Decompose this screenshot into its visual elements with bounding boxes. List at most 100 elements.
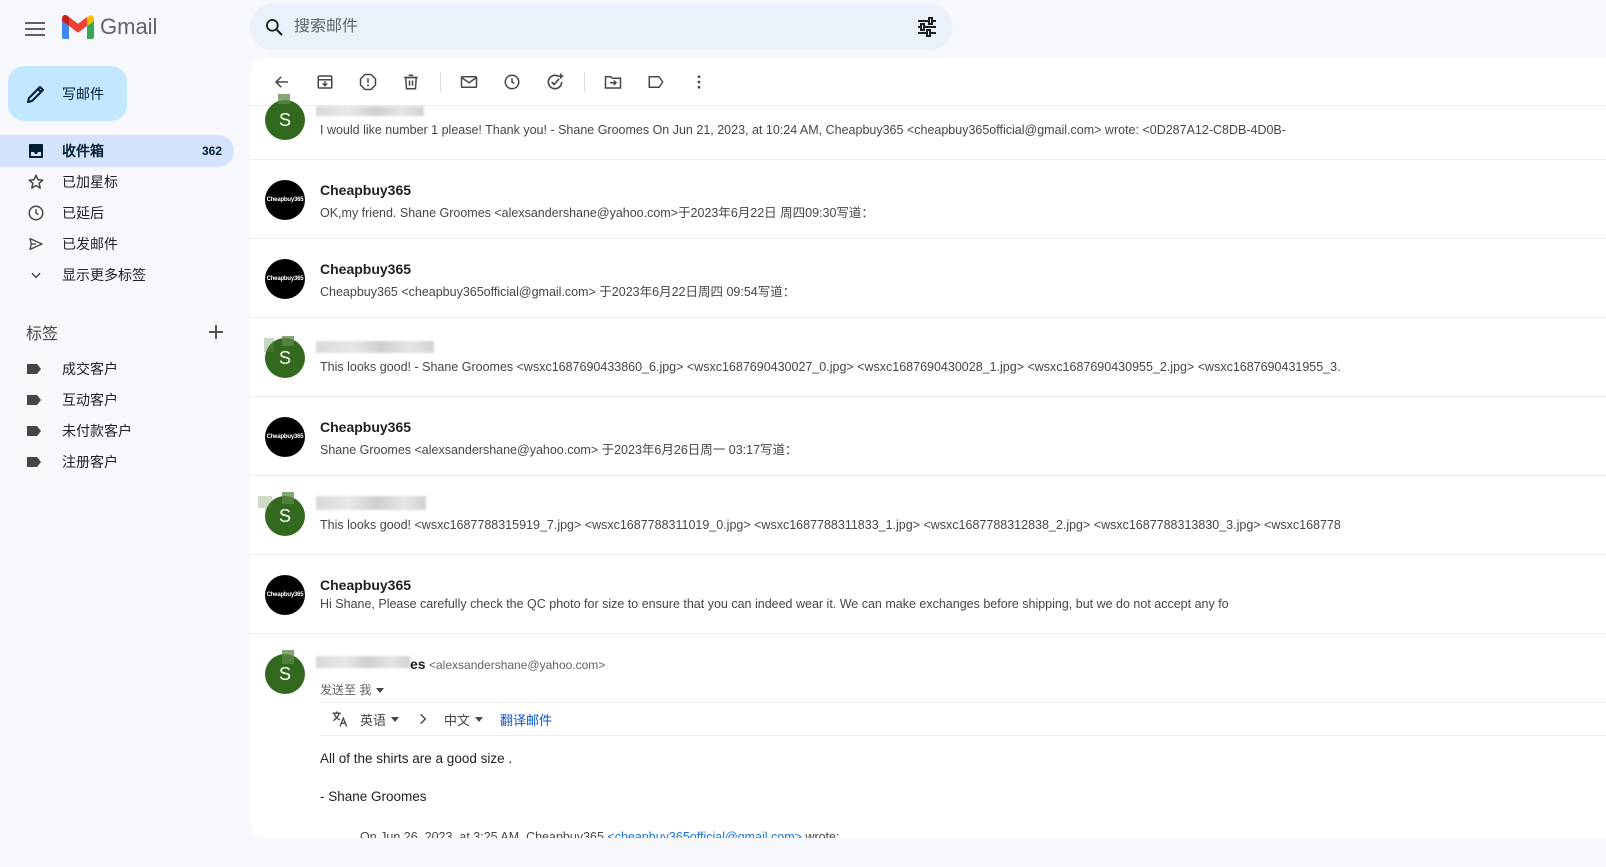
- labels-heading: 标签: [26, 320, 226, 344]
- delete-button[interactable]: [393, 64, 429, 100]
- sidebar-item-starred[interactable]: 已加星标: [0, 166, 234, 198]
- sender-name: Cheapbuy365: [320, 182, 412, 198]
- unread-count: 362: [201, 144, 222, 158]
- sidebar-item-inbox[interactable]: 收件箱 362: [0, 135, 234, 167]
- redacted-pixels: [278, 94, 290, 104]
- sender-name-suffix: es: [410, 656, 426, 672]
- mark-unread-button[interactable]: [451, 64, 487, 100]
- sidebar-item-label: 已加星标: [62, 174, 118, 190]
- move-to-button[interactable]: [595, 64, 631, 100]
- target-language: 中文: [444, 712, 471, 728]
- chevron-down-icon: [26, 265, 46, 285]
- archive-icon: [317, 74, 333, 89]
- label-name: 成交客户: [62, 360, 118, 377]
- caret-down-icon: [376, 687, 385, 693]
- label-item[interactable]: 未付款客户: [0, 415, 240, 446]
- sidebar-item-label: 已延后: [62, 205, 104, 221]
- redacted-pixels: [264, 338, 274, 352]
- source-language-select[interactable]: 英语: [360, 710, 400, 729]
- report-icon: [359, 73, 377, 90]
- add-task-button[interactable]: [537, 64, 573, 100]
- clock-icon: [504, 74, 520, 89]
- quote-email-link[interactable]: <cheapbuy365official@gmail.com>: [607, 830, 802, 838]
- sender-name: Cheapbuy365: [320, 419, 412, 435]
- thread-message[interactable]: Cheapbuy365 Cheapbuy365 Cheapbuy365 <che…: [250, 239, 1606, 318]
- message-snippet: This looks good! - Shane Groomes <wsxc16…: [320, 360, 1341, 374]
- label-name: 注册客户: [62, 453, 118, 470]
- label-icon: [648, 75, 664, 88]
- message-snippet: I would like number 1 please! Thank you!…: [320, 123, 1286, 137]
- report-spam-button[interactable]: [350, 64, 386, 100]
- sidebar-item-label: 显示更多标签: [62, 267, 146, 283]
- redacted-pixels: [258, 496, 272, 508]
- recipient-details[interactable]: 发送至 我: [320, 681, 385, 698]
- sender-email: <alexsandershane@yahoo.com>: [429, 658, 606, 672]
- search-bar: [250, 4, 953, 50]
- more-vert-icon: [697, 74, 701, 89]
- add-task-icon: [547, 73, 564, 90]
- message-snippet: Hi Shane, Please carefully check the QC …: [320, 597, 1229, 611]
- sidebar-item-sent[interactable]: 已发邮件: [0, 228, 234, 260]
- snooze-button[interactable]: [494, 64, 530, 100]
- avatar: Cheapbuy365: [265, 417, 305, 457]
- gmail-m-icon: [62, 15, 94, 39]
- inbox-icon: [26, 141, 46, 161]
- send-icon: [26, 234, 46, 254]
- message-view: S I would like number 1 please! Thank yo…: [250, 58, 1606, 838]
- caret-down-icon: [391, 717, 400, 722]
- pencil-icon: [27, 85, 44, 103]
- label-button[interactable]: [638, 64, 674, 100]
- label-name: 互动客户: [62, 391, 118, 408]
- redacted-sender: [316, 341, 434, 353]
- thread-message[interactable]: S This looks good! - Shane Groomes <wsxc…: [250, 318, 1606, 397]
- redacted-pixels: [282, 336, 294, 346]
- label-tag-icon: [27, 425, 41, 436]
- quote-prefix: On Jun 26, 2023, at 3:25 AM, Cheapbuy365: [360, 830, 608, 838]
- archive-button[interactable]: [307, 64, 343, 100]
- search-icon[interactable]: [262, 15, 286, 39]
- avatar: S: [265, 100, 305, 140]
- recipient-label: 发送至 我: [320, 683, 372, 697]
- thread-message[interactable]: Cheapbuy365 Cheapbuy365 OK,my friend. Sh…: [250, 160, 1606, 239]
- quoted-header: On Jun 26, 2023, at 3:25 AM, Cheapbuy365…: [360, 830, 839, 838]
- avatar: Cheapbuy365: [265, 575, 305, 615]
- translate-bar: 英语 中文 翻译邮件: [320, 702, 1606, 736]
- sidebar-item-label: 收件箱: [62, 143, 104, 159]
- hamburger-icon: [25, 22, 45, 36]
- sidebar-nav: 收件箱 362 已加星标 已延后 已发邮件 显示更多标签: [0, 135, 240, 290]
- target-language-select[interactable]: 中文: [444, 710, 484, 729]
- label-item[interactable]: 互动客户: [0, 384, 240, 415]
- translate-message-link[interactable]: 翻译邮件: [500, 710, 552, 729]
- avatar: Cheapbuy365: [265, 259, 305, 299]
- main-menu-button[interactable]: [18, 12, 52, 46]
- toolbar-divider: [584, 71, 585, 92]
- compose-button[interactable]: 写邮件: [8, 66, 127, 121]
- chevron-right-icon: [420, 713, 427, 725]
- more-options-button[interactable]: [681, 64, 717, 100]
- trash-icon: [404, 74, 418, 89]
- thread-message[interactable]: S This looks good! <wsxc1687788315919_7.…: [250, 476, 1606, 555]
- sidebar-item-more[interactable]: 显示更多标签: [0, 259, 234, 291]
- avatar: Cheapbuy365: [265, 180, 305, 220]
- redacted-pixels: [282, 650, 294, 664]
- top-bar: Gmail: [0, 0, 1606, 56]
- message-toolbar: [250, 58, 1606, 106]
- source-language: 英语: [360, 712, 387, 728]
- label-tag-icon: [27, 394, 41, 405]
- search-input[interactable]: [294, 18, 894, 36]
- message-body-line: All of the shirts are a good size .: [320, 751, 513, 766]
- mail-icon: [460, 75, 478, 88]
- thread-message[interactable]: S I would like number 1 please! Thank yo…: [250, 94, 1606, 160]
- thread-message[interactable]: Cheapbuy365 Cheapbuy365 Hi Shane, Please…: [250, 555, 1606, 634]
- star-icon: [26, 172, 46, 192]
- thread-message[interactable]: Cheapbuy365 Cheapbuy365 Shane Groomes <a…: [250, 397, 1606, 476]
- label-item[interactable]: 成交客户: [0, 353, 240, 384]
- add-label-icon[interactable]: [206, 322, 226, 342]
- sidebar-item-snoozed[interactable]: 已延后: [0, 197, 234, 229]
- thread-messages: S I would like number 1 please! Thank yo…: [250, 94, 1606, 838]
- search-options-icon[interactable]: [915, 15, 939, 39]
- gmail-logo[interactable]: Gmail: [62, 14, 157, 40]
- redacted-sender: [316, 656, 410, 668]
- sender-name: Cheapbuy365: [320, 261, 412, 277]
- label-item[interactable]: 注册客户: [0, 446, 240, 477]
